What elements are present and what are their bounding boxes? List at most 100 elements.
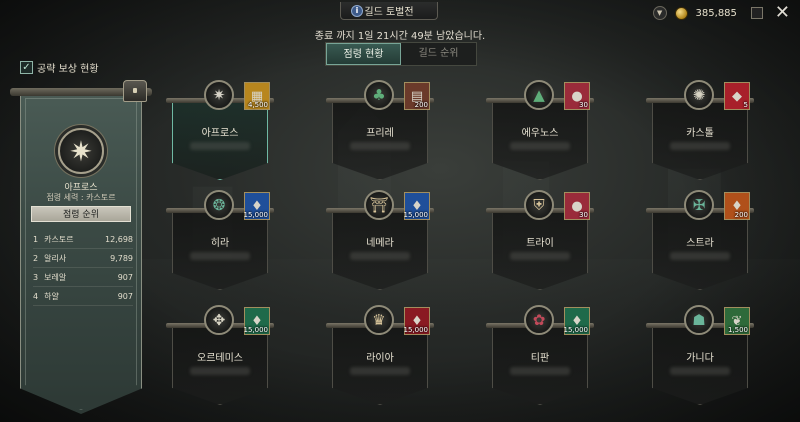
region-plate <box>652 102 748 180</box>
reward-count: 4,500 <box>247 101 268 109</box>
tab-occupation-status[interactable]: 점령 현황 <box>326 43 401 65</box>
region-name: 프리레 <box>366 128 394 139</box>
reward-count: 200 <box>414 101 428 109</box>
rank-number: 3 <box>33 273 39 282</box>
region-card-7[interactable]: ✠ ♦ 200 스트라 <box>646 190 754 290</box>
rank-score: 907 <box>117 292 133 301</box>
rank-number: 2 <box>33 254 39 263</box>
blue-crystal-icon[interactable]: ♦ 15,000 <box>244 192 270 220</box>
region-name: 카스톨 <box>686 128 714 139</box>
region-card-10[interactable]: ✿ ♦ 15,000 티판 <box>486 305 594 405</box>
region-card-2[interactable]: ▲ ● 30 에우노스 <box>486 80 594 180</box>
treasure-chest-icon[interactable] <box>123 80 147 102</box>
region-card-6[interactable]: ⛨ ● 30 트라이 <box>486 190 594 290</box>
gold-bars-icon[interactable]: ▦ 4,500 <box>244 82 270 110</box>
region-plate <box>172 327 268 405</box>
region-plate <box>652 212 748 290</box>
flower-emblem-icon: ✿ <box>524 305 554 335</box>
hidden-guild-name <box>670 142 730 150</box>
hidden-guild-name <box>670 367 730 375</box>
rank-guild-name: 카스토르 <box>44 235 74 244</box>
green-herb-icon[interactable]: ❦ 1,500 <box>724 307 750 335</box>
reward-count: 15,000 <box>243 326 269 334</box>
region-plate <box>332 212 428 290</box>
book-icon[interactable]: ▤ 200 <box>404 82 430 110</box>
reward-count: 15,000 <box>243 211 269 219</box>
tab-guild-ranking[interactable]: 길드 순위 <box>401 43 476 65</box>
region-name: 아프로스 <box>201 128 239 139</box>
menu-box-icon[interactable] <box>750 7 763 19</box>
sun-emblem-icon: ✺ <box>684 80 714 110</box>
region-plate <box>332 327 428 405</box>
hidden-guild-name <box>510 142 570 150</box>
top-right-bar: ▼ 385,885 ✕ <box>652 4 790 22</box>
ore-icon[interactable]: ● 30 <box>564 192 590 220</box>
hidden-guild-name <box>350 367 410 375</box>
region-card-11[interactable]: ☗ ❦ 1,500 가니다 <box>646 305 754 405</box>
rank-row: 3 보레알 907 <box>33 268 133 287</box>
reward-count: 15,000 <box>563 326 589 334</box>
region-card-3[interactable]: ✺ ◆ 5 카스톨 <box>646 80 754 180</box>
region-card-8[interactable]: ✥ ♦ 15,000 오르테미스 <box>166 305 274 405</box>
region-plate <box>332 102 428 180</box>
rank-guild-name: 하얄 <box>44 292 59 301</box>
reward-count: 15,000 <box>403 211 429 219</box>
red-crystal-icon[interactable]: ♦ 15,000 <box>404 307 430 335</box>
currency-value: 385,885 <box>695 7 737 19</box>
rank-guild-name: 알리사 <box>44 254 67 263</box>
hidden-guild-name <box>190 142 250 150</box>
rank-number: 1 <box>33 235 39 244</box>
red-gem-icon[interactable]: ◆ 5 <box>724 82 750 110</box>
close-icon[interactable]: ✕ <box>775 4 790 22</box>
reward-count: 1,500 <box>727 326 748 334</box>
info-icon[interactable]: i <box>351 5 363 17</box>
region-card-1[interactable]: ♣ ▤ 200 프리레 <box>326 80 434 180</box>
triangle-emblem-icon: ▲ <box>524 80 554 110</box>
window-title: i 길드 토벌전 <box>340 2 438 20</box>
region-name: 스트라 <box>686 238 714 249</box>
region-card-9[interactable]: ♛ ♦ 15,000 라이아 <box>326 305 434 405</box>
green-crystal-icon[interactable]: ♦ 15,000 <box>244 307 270 335</box>
rank-score: 907 <box>117 273 133 282</box>
reward-count: 200 <box>734 211 748 219</box>
orange-crystal-icon[interactable]: ♦ 200 <box>724 192 750 220</box>
hidden-guild-name <box>190 367 250 375</box>
window-title-text: 길드 토벌전 <box>364 7 414 18</box>
checkmark-icon[interactable]: ✓ <box>20 61 33 74</box>
region-name: 라이아 <box>366 353 394 364</box>
region-name: 티판 <box>530 353 550 364</box>
faction-occupier: 점령 세력 : 카스토르 <box>46 193 116 202</box>
region-name: 에우노스 <box>521 128 559 139</box>
wing-emblem-icon: ✥ <box>204 305 234 335</box>
hidden-guild-name <box>350 252 410 260</box>
rank-score: 12,698 <box>105 235 133 244</box>
region-name: 히라 <box>210 238 230 249</box>
region-card-0[interactable]: ✷ ▦ 4,500 아프로스 <box>166 80 274 180</box>
chevron-down-icon[interactable]: ▼ <box>652 6 667 20</box>
rank-row: 1 카스토르 12,698 <box>33 230 133 249</box>
region-name: 오르테미스 <box>197 353 243 364</box>
green-crystal-icon[interactable]: ♦ 15,000 <box>564 307 590 335</box>
region-card-5[interactable]: ⛩ ♦ 15,000 네메라 <box>326 190 434 290</box>
remaining-time-text: 종료 까지 1일 21시간 49분 남았습니다. <box>314 31 486 42</box>
ore-icon[interactable]: ● 30 <box>564 82 590 110</box>
region-plate <box>652 327 748 405</box>
reward-count: 30 <box>579 101 588 109</box>
region-plate <box>492 102 588 180</box>
crown-emblem-icon: ♛ <box>364 305 394 335</box>
hidden-guild-name <box>510 367 570 375</box>
region-plate <box>492 212 588 290</box>
star-emblem-icon: ✷ <box>204 80 234 110</box>
blue-crystal-icon[interactable]: ♦ 15,000 <box>404 192 430 220</box>
rank-score: 9,789 <box>110 254 133 263</box>
shield-emblem-icon: ⛨ <box>524 190 554 220</box>
region-plate <box>172 212 268 290</box>
region-name: 네메라 <box>366 238 394 249</box>
region-card-4[interactable]: ❂ ♦ 15,000 히라 <box>166 190 274 290</box>
star-emblem-icon: ✷ <box>58 128 104 174</box>
rank-header: 점령 순위 <box>31 206 131 222</box>
reward-count: 5 <box>743 101 748 109</box>
region-name: 트라이 <box>526 238 554 249</box>
reward-count: 30 <box>579 211 588 219</box>
reward-status-toggle[interactable]: ✓ 공략 보상 현황 <box>20 60 99 75</box>
